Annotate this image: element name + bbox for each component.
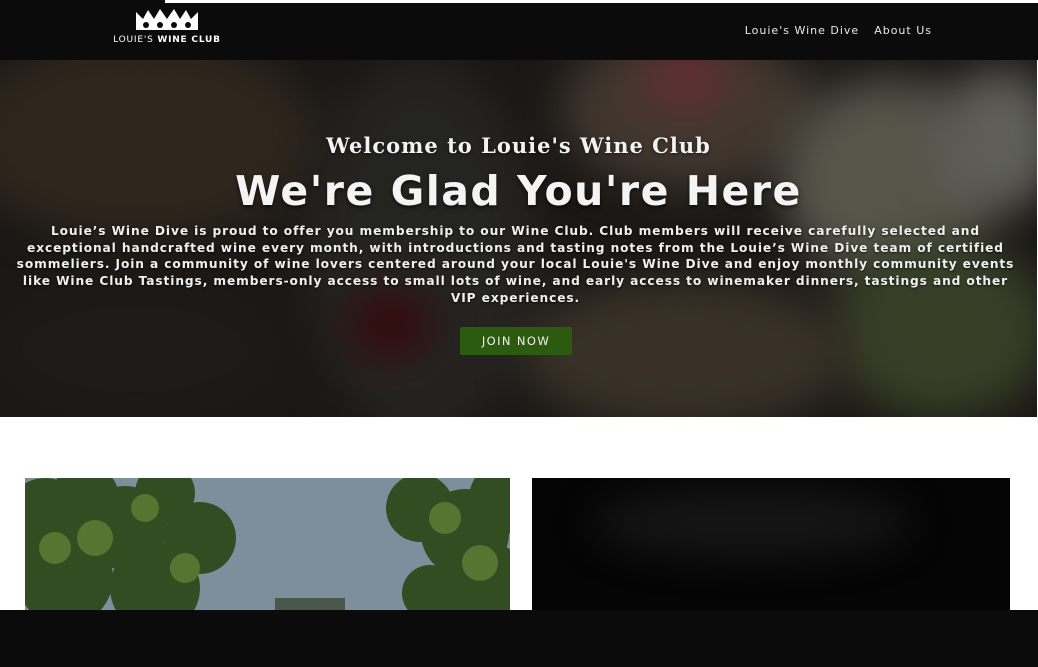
nav-link-about-us[interactable]: About Us <box>874 24 932 37</box>
trees-sky-photo <box>25 478 510 618</box>
hero-title: We're Glad You're Here <box>235 167 802 215</box>
logo-name-suffix: WINE CLUB <box>157 35 221 45</box>
site-header: LOUIE'S WINE CLUB Louie's Wine Dive Abou… <box>0 0 1038 60</box>
hero-section: Welcome to Louie's Wine Club We're Glad … <box>0 59 1037 417</box>
main-nav: Louie's Wine Dive About Us <box>745 24 932 37</box>
dark-photo <box>532 478 1010 618</box>
hero-content: Welcome to Louie's Wine Club We're Glad … <box>0 59 1037 417</box>
logo-name-prefix: LOUIE'S <box>113 35 154 45</box>
header-top-border <box>165 0 1038 3</box>
logo-wordmark: LOUIE'S WINE CLUB <box>113 35 221 45</box>
trees-illustration <box>25 478 510 618</box>
crown-icon <box>136 9 198 32</box>
bottom-bar <box>0 610 1038 667</box>
join-now-button[interactable]: JOIN NOW <box>460 327 572 355</box>
hero-description: Louie’s Wine Dive is proud to offer you … <box>16 224 1015 305</box>
nav-link-louies-wine-dive[interactable]: Louie's Wine Dive <box>745 24 859 37</box>
hero-kicker: Welcome to Louie's Wine Club <box>326 133 711 158</box>
site-logo[interactable]: LOUIE'S WINE CLUB <box>108 6 226 52</box>
